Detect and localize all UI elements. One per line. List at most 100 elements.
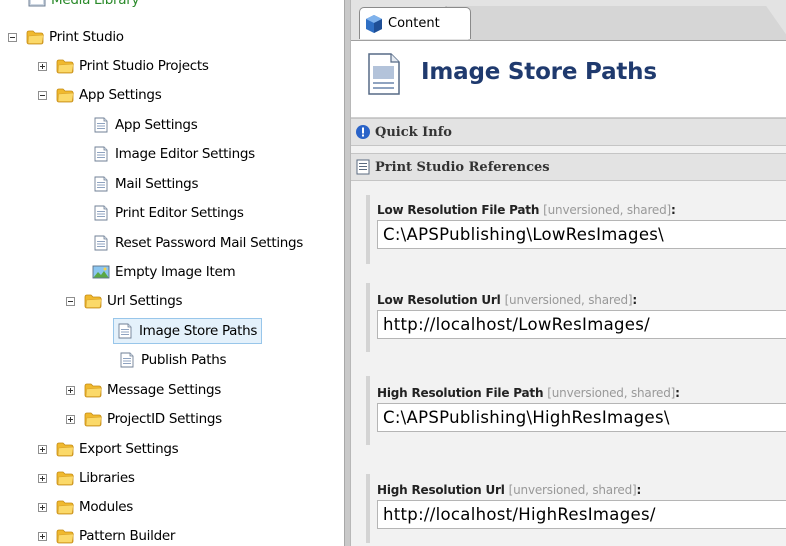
tree-item-message-settings[interactable]: Message Settings — [66, 377, 221, 403]
expand-toggle[interactable] — [38, 502, 47, 512]
tree-item-modules[interactable]: Modules — [38, 494, 133, 520]
tree-item-label: Print Studio — [49, 29, 124, 45]
folder-icon — [56, 470, 74, 486]
tab-strip-background — [445, 6, 786, 40]
tree-item-label: Empty Image Item — [115, 264, 236, 280]
tree-item-label: Pattern Builder — [79, 528, 176, 544]
field-title: High Resolution File Path — [377, 386, 544, 400]
tree-item-pattern-builder[interactable]: Pattern Builder — [38, 523, 175, 546]
tab-strip: Content — [351, 0, 786, 41]
tree-item-image-store-paths[interactable]: Image Store Paths — [113, 318, 263, 344]
field-colon: : — [675, 386, 680, 400]
collapse-toggle[interactable] — [66, 296, 75, 306]
content-editor: Content Image Store Paths Quick Info Pri… — [351, 0, 786, 546]
section-quick-info[interactable]: Quick Info — [351, 118, 786, 146]
tree-item-label: Export Settings — [79, 441, 179, 457]
info-icon — [356, 125, 370, 139]
folder-icon — [84, 382, 102, 398]
field-accent — [366, 376, 370, 445]
tree-item-label: Url Settings — [107, 293, 183, 309]
tree-item-app-settings[interactable]: App Settings — [92, 112, 198, 138]
field-meta: [unversioned, shared] — [543, 203, 672, 217]
field-colon: : — [636, 483, 642, 497]
cube-icon — [366, 14, 382, 33]
list-icon — [356, 159, 370, 175]
section-print-studio-references[interactable]: Print Studio References — [351, 153, 786, 181]
section-title: Quick Info — [375, 124, 452, 140]
document-icon — [92, 117, 110, 133]
document-icon — [92, 235, 110, 251]
tree-item-label: Print Editor Settings — [115, 205, 244, 221]
page-title: Image Store Paths — [421, 59, 657, 85]
tree-item-publish-paths[interactable]: Publish Paths — [118, 347, 227, 373]
folder-icon — [84, 411, 102, 427]
image-icon — [92, 264, 110, 280]
tree-item-label: Image Store Paths — [139, 323, 258, 339]
collapse-toggle[interactable] — [8, 32, 17, 42]
tree-item-mail-settings[interactable]: Mail Settings — [92, 171, 198, 197]
document-icon — [92, 176, 110, 192]
document-icon — [92, 205, 110, 221]
tree-item-print-studio-projects[interactable]: Print Studio Projects — [38, 53, 209, 79]
media-library-icon — [28, 0, 46, 7]
field-meta: [unversioned, shared] — [508, 483, 637, 497]
high-resolution-url-input[interactable]: http://localhost/HighResImages/ — [377, 500, 786, 529]
tree-item-export-settings[interactable]: Export Settings — [38, 436, 179, 462]
field-title: Low Resolution Url — [377, 293, 501, 307]
tree-item-projectid-settings[interactable]: ProjectID Settings — [66, 406, 222, 432]
tree-item-reset-password-mail-settings[interactable]: Reset Password Mail Settings — [92, 230, 303, 256]
tree-item-label: App Settings — [115, 117, 198, 133]
tree-item-media-library[interactable]: Media Library — [28, 0, 139, 13]
folder-icon — [56, 528, 74, 544]
tree-item-image-editor-settings[interactable]: Image Editor Settings — [92, 141, 255, 167]
field-low-resolution-file-path: Low Resolution File Path [unversioned, s… — [377, 203, 786, 249]
pane-splitter[interactable] — [344, 0, 351, 546]
field-accent — [366, 474, 370, 543]
tree-item-label: Image Editor Settings — [115, 146, 255, 162]
document-icon — [368, 53, 400, 95]
content-tree: Media Library Print Studio Print Studio … — [0, 0, 344, 546]
folder-icon — [56, 87, 74, 103]
field-label: High Resolution File Path [unversioned, … — [377, 386, 786, 400]
field-title: Low Resolution File Path — [377, 203, 540, 217]
tree-item-app-settings-folder[interactable]: App Settings — [38, 82, 162, 108]
field-colon: : — [632, 293, 638, 307]
high-resolution-file-path-input[interactable]: C:\APSPublishing\HighResImages\ — [377, 403, 786, 432]
low-resolution-file-path-input[interactable]: C:\APSPublishing\LowResImages\ — [377, 220, 786, 249]
document-icon — [118, 352, 136, 368]
field-high-resolution-url: High Resolution Url [unversioned, shared… — [377, 483, 786, 529]
expand-toggle[interactable] — [38, 61, 47, 71]
tree-item-label: Media Library — [51, 0, 140, 8]
tree-item-print-studio[interactable]: Print Studio — [8, 24, 124, 50]
collapse-toggle[interactable] — [38, 90, 47, 100]
low-resolution-url-input[interactable]: http://localhost/LowResImages/ — [377, 310, 786, 339]
tree-item-label: Mail Settings — [115, 176, 199, 192]
tree-item-url-settings[interactable]: Url Settings — [66, 288, 183, 314]
field-accent — [366, 195, 370, 264]
field-meta: [unversioned, shared] — [547, 386, 676, 400]
item-header: Image Store Paths — [351, 41, 786, 118]
tree-item-label: Print Studio Projects — [79, 58, 209, 74]
expand-toggle[interactable] — [66, 385, 75, 395]
field-meta: [unversioned, shared] — [504, 293, 633, 307]
tree-item-label: Libraries — [79, 470, 135, 486]
document-icon — [116, 323, 134, 339]
field-label: High Resolution Url [unversioned, shared… — [377, 483, 786, 497]
expand-toggle[interactable] — [38, 473, 47, 483]
expand-toggle[interactable] — [38, 531, 47, 541]
expand-toggle[interactable] — [66, 414, 75, 424]
tree-item-libraries[interactable]: Libraries — [38, 465, 135, 491]
field-accent — [366, 283, 370, 352]
tree-item-label: Modules — [79, 499, 134, 515]
tree-item-print-editor-settings[interactable]: Print Editor Settings — [92, 200, 244, 226]
folder-icon — [56, 441, 74, 457]
field-low-resolution-url: Low Resolution Url [unversioned, shared]… — [377, 293, 786, 339]
document-icon — [92, 146, 110, 162]
tree-item-label: Reset Password Mail Settings — [115, 235, 304, 251]
expand-toggle[interactable] — [38, 444, 47, 454]
folder-icon — [56, 58, 74, 74]
tree-item-empty-image-item[interactable]: Empty Image Item — [92, 259, 236, 285]
tree-item-label: App Settings — [79, 87, 162, 103]
tab-content[interactable]: Content — [359, 7, 471, 39]
field-colon: : — [671, 203, 676, 217]
